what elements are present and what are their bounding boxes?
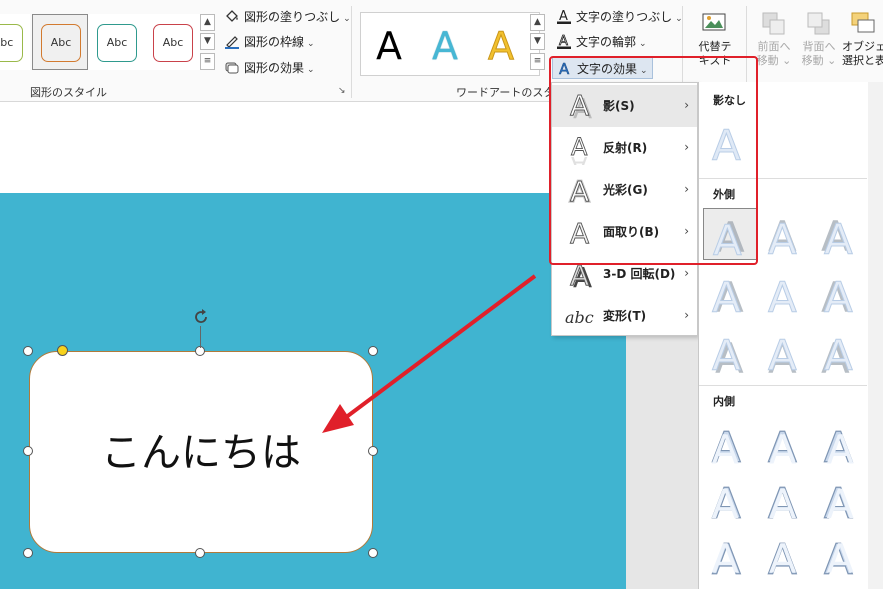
svg-text:A: A bbox=[827, 482, 855, 524]
menu-item-transform[interactable]: abc 変形(T) › bbox=[552, 295, 697, 337]
menu-item-transform-label: 変形(T) bbox=[603, 309, 647, 323]
svg-text:A: A bbox=[712, 121, 741, 166]
submenu-arrow-icon: › bbox=[684, 224, 689, 238]
inner-shadow-a-icon: AA bbox=[767, 478, 797, 524]
reflection-a-icon: A A bbox=[571, 133, 589, 165]
outer-shadow-a-icon: AA bbox=[821, 273, 854, 319]
inner-shadow-a-icon: AA bbox=[767, 422, 797, 469]
outer-shadow-option-2[interactable]: AA bbox=[759, 208, 813, 260]
menu-item-reflection-label: 反射(R) bbox=[603, 141, 648, 155]
svg-text:A: A bbox=[768, 215, 797, 260]
svg-text:A: A bbox=[712, 428, 740, 469]
svg-text:A: A bbox=[824, 215, 853, 260]
submenu-arrow-icon: › bbox=[684, 140, 689, 154]
menu-item-bevel[interactable]: A 面取り(B) › bbox=[552, 211, 697, 253]
outer-shadow-a-icon: AA bbox=[821, 212, 854, 260]
inner-shadow-option-2[interactable]: AA bbox=[759, 416, 813, 468]
svg-text:A: A bbox=[712, 331, 741, 376]
panel-divider bbox=[699, 385, 867, 386]
outer-shadow-a-icon: AA bbox=[768, 331, 798, 377]
svg-text:A: A bbox=[570, 217, 589, 249]
svg-text:A: A bbox=[827, 428, 855, 469]
outer-shadow-option-8[interactable]: AA bbox=[759, 324, 813, 377]
outer-shadow-option-4[interactable]: AA bbox=[703, 266, 757, 319]
inner-shadow-a-icon: AA bbox=[767, 534, 797, 581]
outer-shadow-a-icon: AA bbox=[712, 331, 745, 377]
svg-text:A: A bbox=[712, 537, 740, 581]
svg-text:A: A bbox=[769, 482, 797, 524]
shadow-option-none[interactable]: A bbox=[703, 114, 757, 167]
outer-shadow-a-icon: AA bbox=[768, 273, 798, 319]
inner-shadow-a-icon: AA bbox=[823, 534, 855, 581]
svg-text:A: A bbox=[712, 482, 740, 524]
inner-shadow-option-3[interactable]: AA bbox=[815, 416, 869, 468]
outer-shadow-a-icon: AA bbox=[821, 331, 854, 377]
svg-text:abc: abc bbox=[565, 308, 594, 327]
inner-shadow-a-icon: AA bbox=[823, 478, 855, 524]
inner-shadow-option-8[interactable]: AA bbox=[759, 528, 813, 580]
svg-text:A: A bbox=[713, 216, 742, 261]
svg-text:A: A bbox=[824, 273, 853, 318]
svg-text:A: A bbox=[570, 175, 589, 207]
inner-shadow-option-5[interactable]: AA bbox=[759, 472, 813, 524]
svg-text:A: A bbox=[768, 331, 797, 376]
panel-divider bbox=[699, 178, 867, 179]
inner-shadow-a-icon: AA bbox=[823, 422, 855, 469]
outer-shadow-option-9[interactable]: AA bbox=[815, 324, 869, 377]
submenu-arrow-icon: › bbox=[684, 266, 689, 280]
inner-shadow-a-icon: AA bbox=[711, 422, 741, 469]
menu-item-glow[interactable]: A A 光彩(G) › bbox=[552, 169, 697, 211]
menu-item-glow-label: 光彩(G) bbox=[603, 183, 648, 197]
inner-shadow-a-icon: AA bbox=[711, 534, 741, 581]
glow-a-icon: A A bbox=[569, 174, 591, 208]
menu-item-reflection[interactable]: A A 反射(R) › bbox=[552, 127, 697, 169]
shadow-a-icon: A A bbox=[570, 89, 593, 123]
menu-item-shadow[interactable]: A A 影(S) › bbox=[552, 85, 697, 127]
svg-text:A: A bbox=[712, 273, 741, 318]
submenu-arrow-icon: › bbox=[684, 308, 689, 322]
transform-abc-icon: abc bbox=[565, 308, 594, 327]
inner-shadow-heading: 内側 bbox=[713, 395, 735, 408]
inner-shadow-option-4[interactable]: AA bbox=[703, 472, 757, 524]
svg-text:A: A bbox=[769, 428, 797, 469]
rotation-3d-a-icon: A A bbox=[570, 259, 593, 291]
panel-scrollbar[interactable] bbox=[868, 82, 883, 589]
outer-shadow-heading: 外側 bbox=[713, 188, 735, 201]
svg-text:A: A bbox=[824, 331, 853, 376]
menu-item-3d-rotation[interactable]: A A 3-D 回転(D) › bbox=[552, 253, 697, 295]
svg-text:A: A bbox=[570, 259, 589, 291]
inner-shadow-option-1[interactable]: AA bbox=[703, 416, 757, 468]
submenu-arrow-icon: › bbox=[684, 98, 689, 112]
inner-shadow-a-icon: AA bbox=[711, 478, 741, 524]
no-shadow-heading: 影なし bbox=[713, 94, 746, 107]
shadow-gallery-panel: 影なし A 外側 内側 AAAAAAAAAAAAAAAAAAAAAAAAAAAA… bbox=[698, 82, 883, 589]
outer-shadow-option-3[interactable]: AA bbox=[815, 208, 869, 260]
inner-shadow-option-7[interactable]: AA bbox=[703, 528, 757, 580]
outer-shadow-a-icon: AA bbox=[713, 213, 746, 261]
svg-text:A: A bbox=[570, 89, 589, 122]
outer-shadow-option-6[interactable]: AA bbox=[815, 266, 869, 319]
inner-shadow-option-9[interactable]: AA bbox=[815, 528, 869, 580]
menu-item-bevel-label: 面取り(B) bbox=[603, 225, 660, 239]
svg-text:A: A bbox=[827, 537, 855, 581]
svg-text:A: A bbox=[769, 537, 797, 581]
outer-shadow-option-7[interactable]: AA bbox=[703, 324, 757, 377]
shadow-none-a-icon: A bbox=[712, 121, 742, 167]
menu-item-3d-rotation-label: 3-D 回転(D) bbox=[603, 267, 676, 281]
menu-item-shadow-label: 影(S) bbox=[603, 99, 635, 113]
outer-shadow-a-icon: AA bbox=[712, 273, 745, 319]
inner-shadow-option-6[interactable]: AA bbox=[815, 472, 869, 524]
outer-shadow-option-5[interactable]: AA bbox=[759, 266, 813, 319]
bevel-a-icon: A bbox=[570, 217, 590, 249]
outer-shadow-a-icon: AA bbox=[768, 212, 798, 260]
outer-shadow-option-1[interactable]: AA bbox=[703, 208, 757, 261]
submenu-arrow-icon: › bbox=[684, 182, 689, 196]
svg-text:A: A bbox=[768, 273, 797, 318]
text-effects-menu: A A 影(S) › A A 反射(R) › A A 光彩(G) › A 面取り… bbox=[551, 82, 698, 336]
svg-text:A: A bbox=[571, 151, 588, 165]
